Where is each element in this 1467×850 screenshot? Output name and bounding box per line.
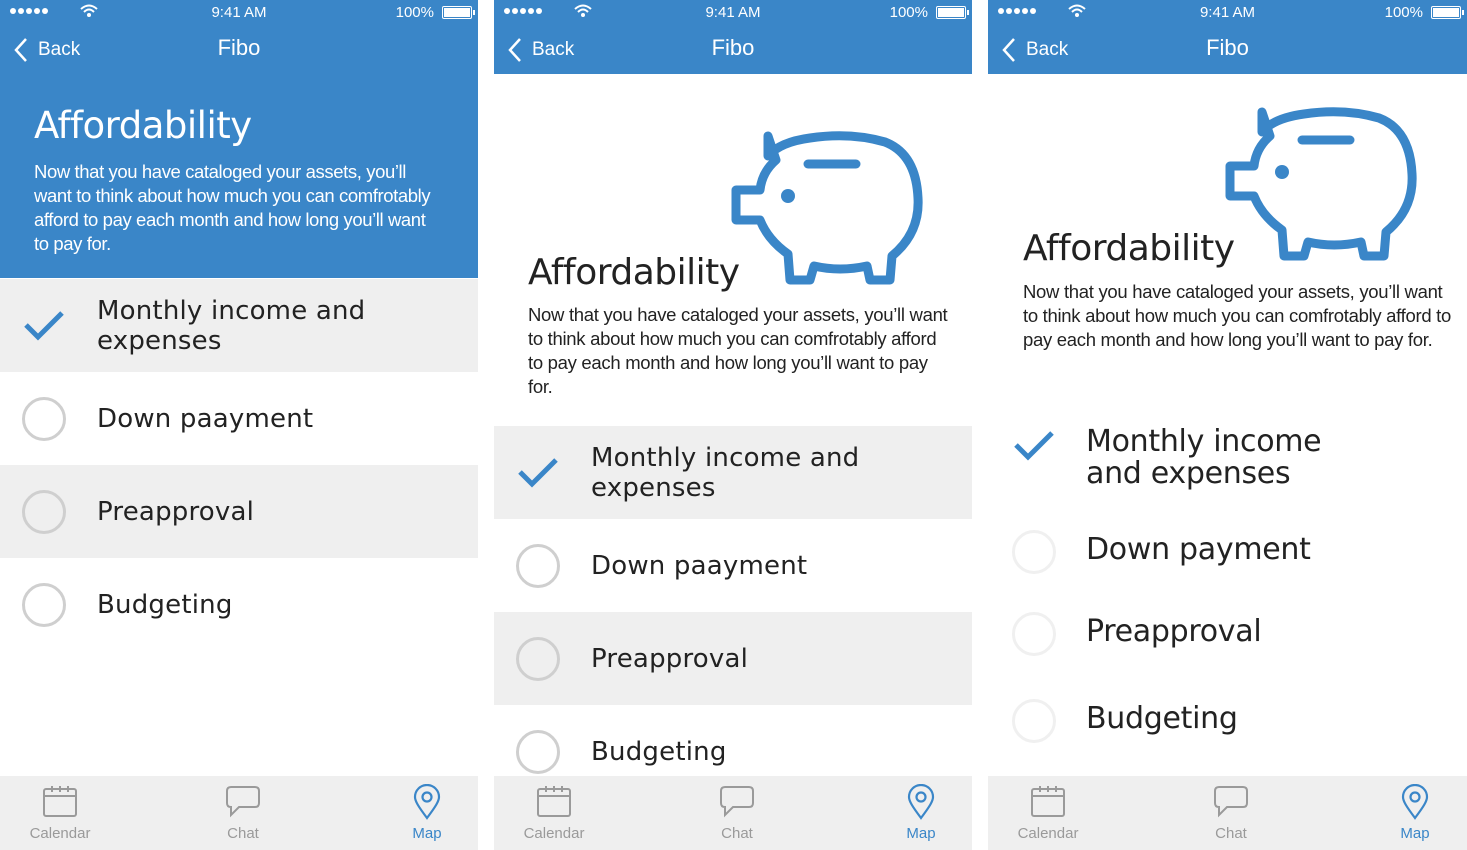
step-list: Monthly income and expenses Down paaymen…: [494, 426, 972, 798]
battery-percent: 100%: [889, 4, 928, 21]
tab-map[interactable]: Map: [1360, 776, 1467, 850]
tab-label: Calendar: [29, 825, 91, 842]
tab-label: Chat: [227, 825, 259, 842]
tab-chat[interactable]: Chat: [682, 776, 792, 850]
radio-circle-icon: [22, 582, 66, 627]
tab-chat[interactable]: Chat: [188, 776, 298, 850]
tab-calendar[interactable]: Calendar: [993, 776, 1103, 850]
list-item[interactable]: Down paayment: [0, 372, 478, 465]
battery-percent: 100%: [395, 4, 434, 21]
calendar-icon: [43, 786, 77, 817]
nav-title: Fibo: [217, 35, 261, 60]
list-item[interactable]: Budgeting: [0, 558, 478, 651]
piggy-bank-icon: [731, 131, 923, 285]
tab-map[interactable]: Map: [372, 776, 478, 850]
nav-bar: Back Fibo: [0, 26, 478, 74]
screen-variant-3: 9:41 AM 100% Back Fibo Affordability Now…: [988, 0, 1467, 850]
calendar-icon: [537, 786, 571, 817]
list-item[interactable]: Monthly income and expenses: [988, 422, 1467, 492]
tab-label: Map: [412, 825, 442, 842]
piggy-bank-icon: [1225, 107, 1417, 261]
list-item[interactable]: Monthly income and expenses: [494, 426, 972, 519]
map-pin-icon: [1401, 784, 1429, 820]
status-bar: 9:41 AM 100%: [494, 0, 972, 26]
list-item[interactable]: Monthly income and expenses: [0, 279, 478, 372]
list-item[interactable]: Budgeting: [988, 697, 1467, 745]
checkmark-icon: [22, 304, 66, 348]
step-label: Monthly income and expenses: [1086, 424, 1322, 491]
step-label: Down payment: [1086, 532, 1311, 567]
chat-icon: [1214, 786, 1248, 818]
checkmark-icon: [516, 451, 560, 495]
page-description: Now that you have cataloged your assets,…: [528, 304, 948, 397]
step-label: Preapproval: [97, 496, 255, 527]
radio-circle-icon: [22, 396, 66, 441]
step-list: Monthly income and expenses Down paaymen…: [0, 279, 478, 651]
step-label: Monthly income and expenses: [97, 295, 366, 356]
status-bar: 9:41 AM 100%: [988, 0, 1467, 26]
nav-title: Fibo: [711, 35, 755, 60]
checkmark-icon: [1012, 424, 1056, 468]
step-label: Budgeting: [591, 736, 727, 767]
screen-variant-2: 9:41 AM 100% Back Fibo Affordability Now…: [494, 0, 972, 850]
screen-variant-1: 9:41 AM 100% Back Fibo Affordability Now…: [0, 0, 478, 850]
tab-label: Chat: [1215, 825, 1247, 842]
calendar-icon: [1031, 786, 1065, 817]
page-title: Affordability: [34, 104, 252, 147]
page-title: Affordability: [528, 252, 740, 293]
step-label: Budgeting: [97, 589, 233, 620]
tab-label: Map: [1400, 825, 1430, 842]
tab-label: Calendar: [523, 825, 585, 842]
battery-icon: [1431, 6, 1464, 19]
list-item[interactable]: Down payment: [988, 528, 1467, 576]
step-label: Preapproval: [591, 643, 749, 674]
chat-icon: [720, 786, 754, 818]
radio-circle-icon: [516, 543, 560, 588]
tab-label: Chat: [721, 825, 753, 842]
battery-icon: [936, 6, 969, 19]
step-label: Down paayment: [97, 403, 314, 434]
radio-circle-icon: [1012, 699, 1056, 743]
step-label: Monthly income and expenses: [591, 442, 860, 503]
list-item[interactable]: Preapproval: [988, 610, 1467, 658]
tab-calendar[interactable]: Calendar: [5, 776, 115, 850]
step-label: Down paayment: [591, 550, 808, 581]
chat-icon: [226, 786, 260, 818]
step-label: Preapproval: [1086, 614, 1262, 649]
radio-circle-icon: [1012, 612, 1056, 656]
tab-label: Calendar: [1017, 825, 1079, 842]
map-pin-icon: [413, 784, 441, 820]
nav-title: Fibo: [1206, 35, 1249, 60]
map-pin-icon: [907, 784, 935, 820]
page-description: Now that you have cataloged your assets,…: [1023, 281, 1452, 350]
battery-percent: 100%: [1384, 4, 1423, 21]
tab-label: Map: [906, 825, 936, 842]
list-item[interactable]: Preapproval: [0, 465, 478, 558]
tab-bar: Calendar Chat Map: [988, 776, 1467, 850]
status-bar: 9:41 AM 100%: [0, 0, 478, 26]
radio-circle-icon: [22, 489, 66, 534]
nav-bar: Back Fibo: [494, 26, 972, 74]
tab-map[interactable]: Map: [866, 776, 972, 850]
step-label: Budgeting: [1086, 701, 1238, 736]
radio-circle-icon: [1012, 530, 1056, 574]
page-description: Now that you have cataloged your assets,…: [34, 161, 431, 254]
page-title: Affordability: [1023, 228, 1235, 269]
nav-bar: Back Fibo: [988, 26, 1467, 74]
radio-circle-icon: [516, 636, 560, 681]
tab-chat[interactable]: Chat: [1176, 776, 1286, 850]
tab-bar: Calendar Chat Map: [0, 776, 478, 850]
radio-circle-icon: [516, 729, 560, 774]
battery-icon: [442, 6, 475, 19]
list-item[interactable]: Preapproval: [494, 612, 972, 705]
tab-bar: Calendar Chat Map: [494, 776, 972, 850]
tab-calendar[interactable]: Calendar: [499, 776, 609, 850]
list-item[interactable]: Down paayment: [494, 519, 972, 612]
